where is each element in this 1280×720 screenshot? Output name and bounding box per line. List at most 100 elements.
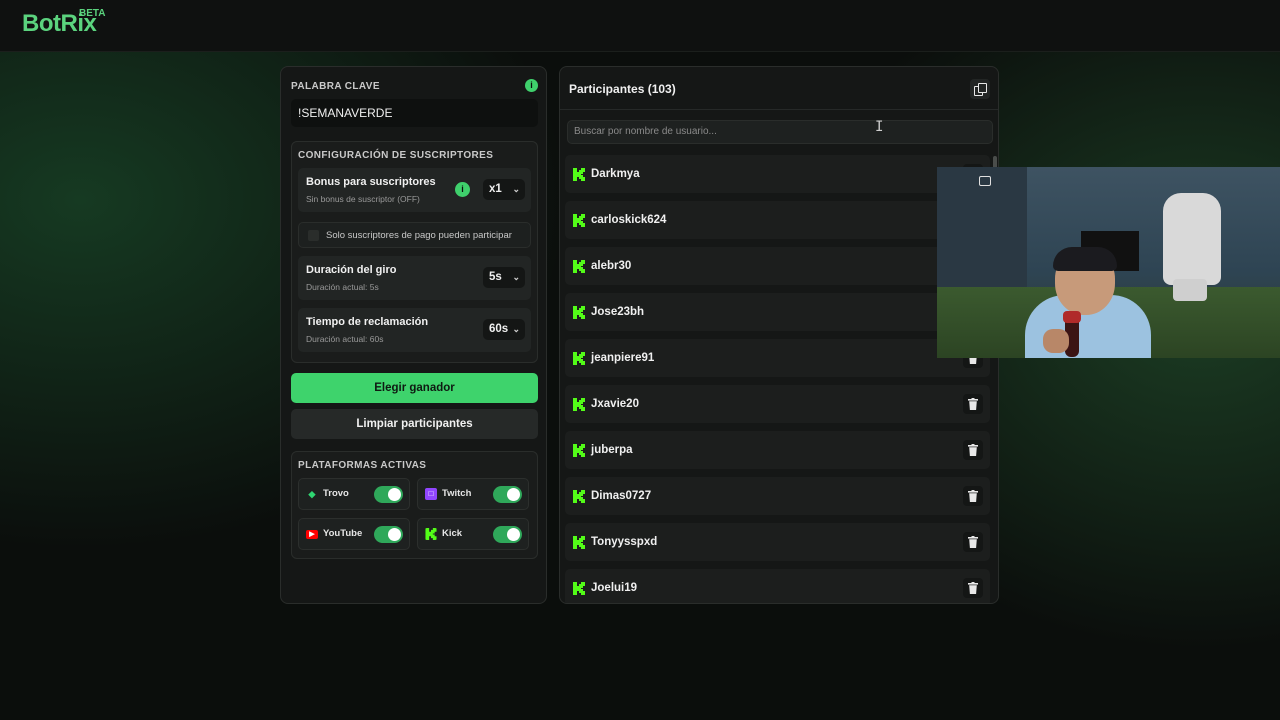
claim-time-title: Tiempo de reclamación [306,316,429,328]
text-cursor-icon: I [875,119,884,135]
keyword-input[interactable]: !SEMANAVERDE [291,99,538,127]
participant-name: juberpa [591,444,633,456]
kick-icon [573,398,585,411]
giveaway-settings-panel: PALABRA CLAVE i !SEMANAVERDE CONFIGURACI… [280,66,547,604]
participant-name: Tonyysspxd [591,536,658,548]
beta-badge: BETA [79,8,106,19]
platform-trovo: ◆ Trovo [298,478,410,510]
twitch-toggle[interactable] [493,486,522,503]
claim-time-value: 60s [489,323,509,335]
keyword-label: PALABRA CLAVE [291,81,380,92]
subscriber-settings-title: CONFIGURACIÓN DE SUSCRIPTORES [298,150,494,161]
delete-participant-button[interactable] [963,532,983,552]
kick-icon [573,214,585,227]
participant-name: Darkmya [591,168,640,180]
trash-icon [968,582,978,594]
participant-row: alebr30 [565,247,990,285]
claim-time-subtitle: Duración actual: 60s [306,334,384,344]
trash-icon [968,536,978,548]
spin-duration-value: 5s [489,271,502,283]
paid-subs-only-checkbox[interactable] [308,230,319,241]
platform-name: Twitch [442,488,472,499]
spin-duration-subtitle: Duración actual: 5s [306,282,379,292]
delete-participant-button[interactable] [963,440,983,460]
participant-name: jeanpiere91 [591,352,655,364]
kick-icon [573,444,585,457]
kick-icon [573,582,585,595]
kick-icon [425,528,437,540]
bonus-title: Bonus para suscriptores [306,176,436,188]
platform-youtube: ▶ YouTube [298,518,410,550]
participant-search-input[interactable]: Buscar por nombre de usuario... [567,120,993,144]
participant-name: alebr30 [591,260,632,272]
participant-name: Joelui19 [591,582,638,594]
claim-time-select[interactable]: 60s ⌄ [483,319,525,340]
youtube-icon: ▶ [306,530,318,539]
platform-twitch: □ Twitch [417,478,529,510]
subscriber-settings: CONFIGURACIÓN DE SUSCRIPTORES Bonus para… [291,141,538,363]
kick-icon [573,306,585,319]
platform-name: YouTube [323,528,363,539]
bonus-info-icon[interactable]: i [455,182,470,197]
trash-icon [968,398,978,410]
paid-subs-only-row[interactable]: Solo suscriptores de pago pueden partici… [298,222,531,248]
pick-winner-button[interactable]: Elegir ganador [291,373,538,403]
chevron-down-icon: ⌄ [512,324,520,334]
participant-row: Jose23bh [565,293,990,331]
spin-duration-row: Duración del giro Duración actual: 5s 5s… [298,256,531,300]
kick-icon [573,536,585,549]
trash-icon [968,444,978,456]
delete-participant-button[interactable] [963,578,983,598]
paid-subs-only-label: Solo suscriptores de pago pueden partici… [326,230,512,241]
platform-name: Trovo [323,488,349,499]
active-platforms: PLATAFORMAS ACTIVAS ◆ Trovo □ Twitch ▶ Y… [291,451,538,559]
info-icon[interactable]: i [525,79,538,92]
participant-row: jeanpiere91 [565,339,990,377]
trovo-toggle[interactable] [374,486,403,503]
trash-icon [968,490,978,502]
participant-name: Jose23bh [591,306,645,318]
kick-icon [573,352,585,365]
platform-name: Kick [442,528,463,539]
spin-duration-title: Duración del giro [306,264,397,276]
participant-row: Jxavie20 [565,385,990,423]
chevron-down-icon: ⌄ [512,272,520,282]
kick-icon [573,490,585,503]
participant-row: Tonyysspxd [565,523,990,561]
participant-name: Dimas0727 [591,490,652,502]
participant-row: carloskick624 [565,201,990,239]
participants-panel: Participantes (103) Buscar por nombre de… [559,66,999,604]
participant-name: carloskick624 [591,214,667,226]
participant-row: juberpa [565,431,990,469]
participant-row: Darkmya [565,155,990,193]
participant-list: Darkmya carloskick624 alebr30 Jose23bh jeanp… [565,155,990,603]
webcam-overlay [937,167,1280,358]
bonus-multiplier-select[interactable]: x1 ⌄ [483,179,525,200]
participant-name: Jxavie20 [591,398,639,410]
kick-icon [573,168,585,181]
copy-icon[interactable] [970,79,990,99]
chevron-down-icon: ⌄ [512,184,520,194]
gaming-chair [1163,193,1221,285]
platform-kick: Kick [417,518,529,550]
subscriber-bonus-row: Bonus para suscriptores Sin bonus de sus… [298,168,531,212]
delete-participant-button[interactable] [963,486,983,506]
kick-toggle[interactable] [493,526,522,543]
window-icon [979,176,991,186]
kick-icon [573,260,585,273]
spin-duration-select[interactable]: 5s ⌄ [483,267,525,288]
youtube-toggle[interactable] [374,526,403,543]
participants-title: Participantes (103) [569,82,676,96]
participant-row: Dimas0727 [565,477,990,515]
participant-row: Joelui19 [565,569,990,603]
twitch-icon: □ [425,488,437,500]
delete-participant-button[interactable] [963,394,983,414]
bonus-subtitle: Sin bonus de suscriptor (OFF) [306,194,420,204]
trovo-icon: ◆ [308,489,316,499]
clear-participants-button[interactable]: Limpiar participantes [291,409,538,439]
bonus-multiplier-value: x1 [489,183,502,195]
active-platforms-title: PLATAFORMAS ACTIVAS [298,460,427,471]
top-bar: BotRix BETA [0,0,1280,52]
claim-time-row: Tiempo de reclamación Duración actual: 6… [298,308,531,352]
divider [560,109,998,110]
